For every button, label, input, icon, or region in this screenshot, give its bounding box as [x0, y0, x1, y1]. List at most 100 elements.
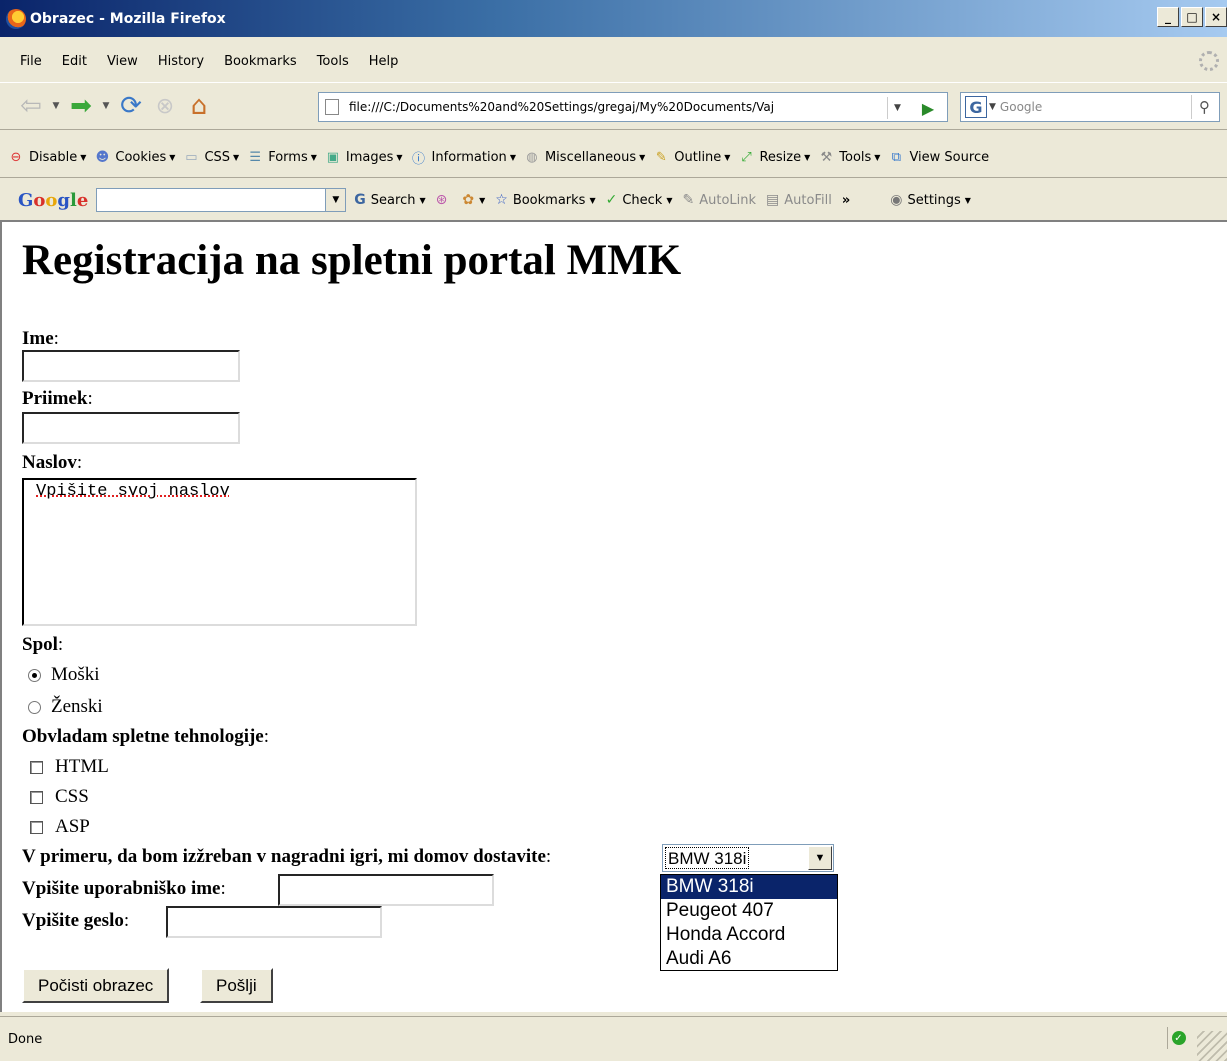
- url-bar[interactable]: file:///C:/Documents%20and%20Settings/gr…: [318, 92, 948, 122]
- back-history-dropdown[interactable]: ▼: [48, 101, 64, 111]
- title-bar: Obrazec - Mozilla Firefox _ □ ×: [0, 0, 1227, 37]
- resize-grip[interactable]: [1197, 1031, 1227, 1061]
- miscellaneous-icon: ◍: [526, 150, 538, 165]
- stop-icon[interactable]: ⊗: [148, 89, 182, 123]
- page-title: Registracija na spletni portal MMK: [22, 237, 682, 284]
- menu-file[interactable]: File: [0, 54, 52, 69]
- ime-input[interactable]: [22, 350, 240, 382]
- autofill-button[interactable]: ▤ AutoFill: [766, 192, 832, 208]
- wd-cookies[interactable]: ☻ Cookies ▼: [94, 150, 176, 166]
- google-engine-icon[interactable]: G: [965, 96, 987, 118]
- firefox-icon: [6, 8, 26, 29]
- url-dropdown-icon[interactable]: ▼: [887, 97, 907, 119]
- wd-css[interactable]: ▭ CSS ▼: [183, 150, 239, 166]
- prize-option[interactable]: Peugeot 407: [661, 899, 837, 923]
- priimek-label: Priimek:: [22, 388, 93, 409]
- prize-option[interactable]: Honda Accord: [661, 923, 837, 947]
- spell-check-button[interactable]: ✓ Check ▼: [606, 192, 673, 208]
- google-logo[interactable]: Google: [18, 190, 88, 211]
- more-chevron[interactable]: »: [842, 193, 850, 208]
- chevron-down-icon[interactable]: ▼: [325, 189, 346, 211]
- outline-icon: ✎: [655, 150, 667, 165]
- prize-option[interactable]: BMW 318i: [661, 875, 837, 899]
- settings-icon: ◉: [890, 192, 903, 208]
- search-icon[interactable]: ⚲: [1191, 95, 1217, 119]
- radio-zenski[interactable]: [28, 700, 41, 714]
- menu-view[interactable]: View: [97, 54, 148, 69]
- menu-bar: File Edit View History Bookmarks Tools H…: [0, 45, 1227, 77]
- page-content: Registracija na spletni portal MMK Ime: …: [0, 220, 1227, 1012]
- checkbox-asp[interactable]: [30, 820, 43, 834]
- css-icon: ▭: [185, 150, 198, 165]
- autolink-button[interactable]: ✎ AutoLink: [683, 192, 757, 208]
- tech-option-html[interactable]: HTML: [30, 756, 109, 778]
- tech-option-css[interactable]: CSS: [30, 786, 89, 808]
- checkbox-css[interactable]: [30, 790, 43, 804]
- news-button[interactable]: ⊛: [436, 192, 453, 208]
- google-toolbar-input[interactable]: ▼: [96, 188, 347, 212]
- prize-dropdown-list: BMW 318i Peugeot 407 Honda Accord Audi A…: [660, 874, 838, 971]
- password-label: Vpišite geslo:: [22, 910, 130, 931]
- popup-blocker-button[interactable]: ✿ ▼: [462, 192, 485, 208]
- forward-icon[interactable]: ➡: [64, 89, 98, 123]
- images-icon: ▣: [326, 150, 340, 165]
- engine-dropdown-icon[interactable]: ▼: [989, 102, 996, 112]
- close-button[interactable]: ×: [1205, 7, 1227, 27]
- username-input[interactable]: [278, 874, 494, 906]
- checkbox-html[interactable]: [30, 760, 43, 774]
- wd-view-source[interactable]: ⧉ View Source: [888, 150, 989, 166]
- prize-select[interactable]: BMW 318i ▼: [662, 844, 834, 872]
- star-icon: ☆: [495, 192, 508, 208]
- prize-option[interactable]: Audi A6: [661, 947, 837, 971]
- reset-button[interactable]: Počisti obrazec: [22, 968, 170, 1003]
- google-g-icon: G: [354, 192, 366, 208]
- news-icon: ⊛: [435, 192, 448, 208]
- autolink-icon: ✎: [682, 192, 695, 208]
- home-icon[interactable]: ⌂: [182, 89, 216, 123]
- priimek-input[interactable]: [22, 412, 240, 444]
- radio-moski[interactable]: [28, 668, 41, 682]
- window-title: Obrazec - Mozilla Firefox: [30, 10, 226, 27]
- back-icon[interactable]: ⇦: [14, 89, 48, 123]
- spol-option-zenski[interactable]: Ženski: [28, 696, 103, 718]
- menu-tools[interactable]: Tools: [307, 54, 359, 69]
- username-label: Vpišite uporabniško ime:: [22, 878, 226, 899]
- status-bar: Done ✓: [0, 1016, 1227, 1061]
- search-box[interactable]: G ▼ Google ⚲: [960, 92, 1220, 122]
- wd-tools[interactable]: ⚒ Tools ▼: [818, 150, 880, 166]
- autofill-icon: ▤: [766, 192, 780, 208]
- wd-resize[interactable]: ⤢ Resize ▼: [738, 150, 810, 166]
- menu-bookmarks[interactable]: Bookmarks: [214, 54, 307, 69]
- google-search-button[interactable]: G Search ▼: [354, 192, 425, 208]
- password-input[interactable]: [166, 906, 382, 938]
- tools-icon: ⚒: [820, 150, 833, 165]
- spol-option-moski[interactable]: Moški: [28, 664, 100, 686]
- reload-icon[interactable]: ⟳: [114, 89, 148, 123]
- minimize-button[interactable]: _: [1157, 7, 1179, 27]
- forward-history-dropdown[interactable]: ▼: [98, 101, 114, 111]
- menu-history[interactable]: History: [148, 54, 214, 69]
- google-bookmarks-button[interactable]: ☆ Bookmarks ▼: [495, 192, 595, 208]
- naslov-textarea[interactable]: Vpišite svoj naslov: [22, 478, 417, 626]
- chevron-down-icon[interactable]: ▼: [808, 846, 832, 870]
- wd-information[interactable]: ⓘ Information ▼: [411, 150, 516, 167]
- wd-forms[interactable]: ☰ Forms ▼: [247, 150, 317, 166]
- maximize-button[interactable]: □: [1181, 7, 1203, 27]
- wd-disable[interactable]: ⊖ Disable ▼: [8, 150, 87, 166]
- tech-option-asp[interactable]: ASP: [30, 816, 90, 838]
- spellcheck-icon: ✓: [605, 192, 618, 208]
- url-text[interactable]: file:///C:/Documents%20and%20Settings/gr…: [349, 100, 869, 114]
- wd-miscellaneous[interactable]: ◍ Miscellaneous ▼: [524, 150, 645, 166]
- menu-help[interactable]: Help: [359, 54, 409, 69]
- spol-label: Spol:: [22, 634, 64, 655]
- wd-outline[interactable]: ✎ Outline ▼: [653, 150, 731, 166]
- page-icon: [325, 99, 339, 115]
- status-text: Done: [8, 1031, 43, 1047]
- search-placeholder[interactable]: Google: [1000, 100, 1042, 114]
- menu-edit[interactable]: Edit: [52, 54, 97, 69]
- go-icon[interactable]: ▶: [917, 97, 939, 119]
- settings-button[interactable]: ◉ Settings ▼: [890, 192, 971, 208]
- prize-label: V primeru, da bom izžreban v nagradni ig…: [22, 846, 552, 867]
- submit-button[interactable]: Pošlji: [200, 968, 273, 1003]
- wd-images[interactable]: ▣ Images ▼: [325, 150, 403, 166]
